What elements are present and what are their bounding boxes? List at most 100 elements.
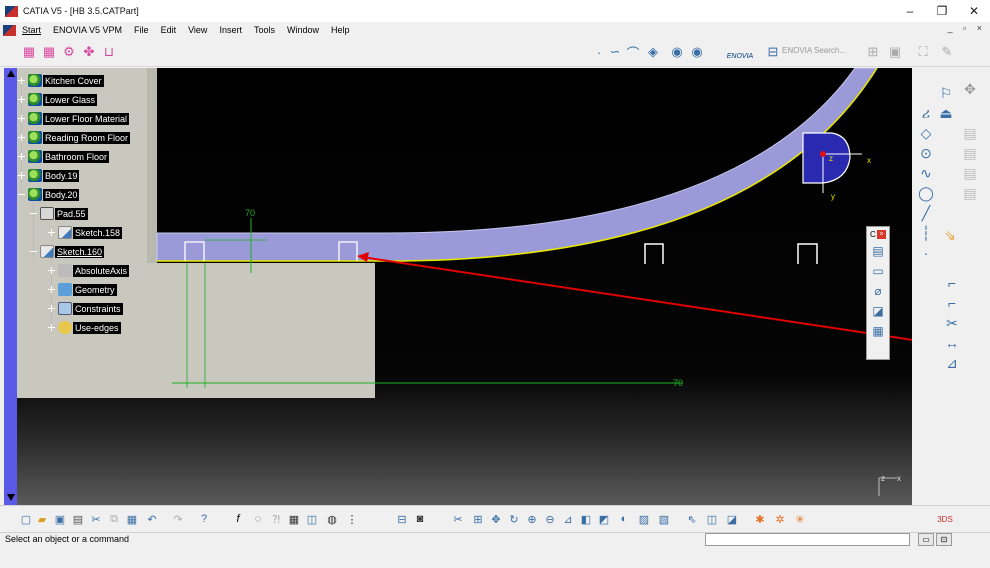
menu-view[interactable]: View — [182, 25, 213, 35]
floating-toolbar-close-icon[interactable]: × — [877, 230, 886, 239]
rectangle-tool-icon[interactable]: ▭ — [867, 261, 889, 281]
circle-icon[interactable]: ⊙ — [916, 144, 936, 162]
disabled-tool-icon[interactable]: ▤ — [960, 124, 980, 142]
table-icon[interactable]: ▦ — [286, 511, 302, 527]
expand-icon[interactable] — [18, 134, 25, 141]
sketcher-exit-icon[interactable]: ⛶ — [914, 43, 932, 61]
cut-icon[interactable]: ✂ — [88, 511, 104, 527]
enovia-search-label[interactable]: ENOVIA Search... — [782, 46, 846, 55]
expand-icon[interactable] — [18, 115, 25, 122]
expand-icon[interactable] — [48, 229, 55, 236]
notch-3[interactable] — [644, 243, 664, 264]
link-tool-icon[interactable]: ⌀ — [867, 281, 889, 301]
sketch-tools-icon[interactable]: ⚐ — [936, 84, 956, 102]
enovia-tool-icon[interactable]: ⊞ — [864, 43, 882, 61]
command-list-button[interactable]: ▭ — [918, 533, 934, 546]
line-icon[interactable]: ╱ — [916, 204, 936, 222]
select-arrow-icon[interactable]: ⇖ — [684, 511, 700, 527]
fit-all-icon[interactable]: ⊞ — [470, 511, 486, 527]
project-3d-icon[interactable]: ⊿ — [942, 354, 962, 372]
ellipse-icon[interactable]: ◯ — [916, 184, 936, 202]
macro-icon[interactable]: ◍ — [324, 511, 340, 527]
tree-node-constraints[interactable]: Constraints — [48, 301, 123, 316]
tree-node-bathroom-floor[interactable]: Bathroom Floor — [18, 149, 110, 164]
collapse-icon[interactable] — [30, 210, 37, 217]
redo-icon[interactable]: ↷ — [170, 511, 186, 527]
menu-start[interactable]: Start — [16, 25, 47, 35]
enovia-tool2-icon[interactable]: ▣ — [886, 43, 904, 61]
menu-tools[interactable]: Tools — [248, 25, 281, 35]
tree-node-reading-room-floor[interactable]: Reading Room Floor — [18, 130, 131, 145]
profile-tool-icon[interactable]: ▤ — [867, 241, 889, 261]
geometric-constraint-icon[interactable]: ✤ — [80, 43, 98, 61]
tree-node-pad-55[interactable]: Pad.55 — [30, 206, 88, 221]
profile-icon[interactable]: ሪ — [916, 104, 936, 122]
measure-icon[interactable]: ◫ — [704, 511, 720, 527]
tree-node-geometry[interactable]: Geometry — [48, 282, 117, 297]
chamfer-icon[interactable]: ⌐ — [942, 294, 962, 312]
command-search-icon[interactable]: ⊡ — [936, 533, 952, 546]
collapse-icon[interactable] — [18, 191, 25, 198]
expand-icon[interactable] — [48, 324, 55, 331]
tree-node-kitchen-cover[interactable]: Kitchen Cover — [18, 73, 104, 88]
collapse-icon[interactable] — [30, 248, 37, 255]
zoom-out-icon[interactable]: ⊖ — [542, 511, 558, 527]
mdi-controls[interactable]: _ ▫ × — [948, 23, 986, 33]
command-input[interactable] — [705, 533, 910, 546]
trim-icon[interactable]: ✂ — [942, 314, 962, 332]
scroll-down-arrow-icon[interactable] — [7, 494, 15, 501]
expand-icon[interactable] — [18, 153, 25, 160]
disabled-tool-icon[interactable]: ▤ — [960, 184, 980, 202]
point-tool-icon[interactable]: · — [916, 244, 936, 262]
new-file-icon[interactable]: ▢ — [18, 511, 34, 527]
expand-icon[interactable] — [48, 286, 55, 293]
start-menu-icon[interactable] — [3, 24, 16, 36]
tree-node-body-20[interactable]: Body.20 — [18, 187, 80, 202]
grid-icon[interactable]: ▦ — [20, 43, 38, 61]
tree-node-absolute-axis[interactable]: AbsoluteAxis — [48, 263, 130, 278]
tree-node-lower-floor-material[interactable]: Lower Floor Material — [18, 111, 130, 126]
menu-help[interactable]: Help — [325, 25, 356, 35]
expand-icon[interactable] — [48, 305, 55, 312]
sketch-tool-icon[interactable]: ◙ — [412, 511, 428, 527]
menu-file[interactable]: File — [128, 25, 155, 35]
normal-view-icon[interactable]: ⊿ — [560, 511, 576, 527]
sketch-analysis-icon[interactable]: ◉ — [688, 43, 706, 61]
render-icon[interactable]: ✳ — [792, 511, 808, 527]
tree-node-lower-glass[interactable]: Lower Glass — [18, 92, 98, 107]
expand-icon[interactable] — [48, 267, 55, 274]
tree-node-body-19[interactable]: Body.19 — [18, 168, 80, 183]
sketch-mode-icon[interactable]: ⊟ — [394, 511, 410, 527]
surface-icon[interactable]: ◈ — [644, 43, 662, 61]
constraint-tool-icon[interactable]: ✥ — [960, 80, 980, 98]
print-icon[interactable]: ▤ — [70, 511, 86, 527]
dimensional-constraint-icon[interactable]: ⊔ — [100, 43, 118, 61]
expand-icon[interactable] — [18, 172, 25, 179]
apply-material-icon[interactable]: ✱ — [752, 511, 768, 527]
exit-sketch-icon[interactable]: ⏏ — [936, 104, 956, 122]
iso-view-icon[interactable]: ◩ — [596, 511, 612, 527]
dimension-value-horizontal[interactable]: 70 — [673, 378, 683, 388]
transform-icon[interactable]: ↔ — [942, 334, 962, 352]
project-tool-icon[interactable]: ▦ — [867, 321, 889, 341]
whats-this-icon[interactable]: ? — [196, 511, 212, 527]
restore-button[interactable]: ❐ — [926, 0, 958, 22]
menu-window[interactable]: Window — [281, 25, 325, 35]
menu-enovia[interactable]: ENOVIA V5 VPM — [47, 25, 128, 35]
graph-icon[interactable]: ◫ — [304, 511, 320, 527]
tree-node-use-edges[interactable]: Use-edges — [48, 320, 121, 335]
construction-icon[interactable]: ⚙ — [60, 43, 78, 61]
notch-4[interactable] — [797, 243, 818, 264]
pan-icon[interactable]: ✥ — [488, 511, 504, 527]
close-button[interactable]: ✕ — [958, 0, 990, 22]
save-icon[interactable]: ▣ — [52, 511, 68, 527]
3d-viewport[interactable]: 70 70 z x y z x Kitchen Cover Lower Glas… — [17, 68, 912, 505]
disabled-tool-icon[interactable]: ▤ — [960, 144, 980, 162]
copy-icon[interactable]: ⧉ — [106, 511, 122, 527]
paste-icon[interactable]: ▦ — [124, 511, 140, 527]
expand-icon[interactable] — [18, 96, 25, 103]
curve-icon[interactable]: ∽ — [606, 43, 624, 61]
view-cube-icon[interactable]: ◧ — [578, 511, 594, 527]
knowledge-icon[interactable]: ⁈ — [268, 511, 284, 527]
snap-grid-icon[interactable]: ▦ — [40, 43, 58, 61]
